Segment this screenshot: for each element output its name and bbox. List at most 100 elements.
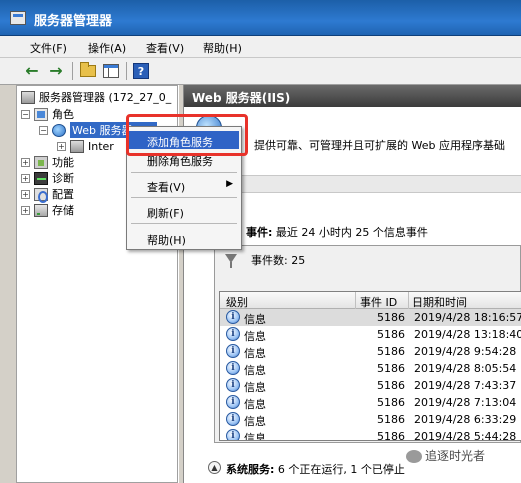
cell-level: 信息 xyxy=(244,398,266,411)
cell-event-id: 5186 xyxy=(377,311,405,324)
menu-action[interactable]: 操作(A) xyxy=(88,40,126,56)
tree-node-label: 角色 xyxy=(52,108,74,121)
help-button[interactable]: ? xyxy=(131,61,151,81)
cell-event-id: 5186 xyxy=(377,328,405,341)
collapse-icon[interactable]: − xyxy=(39,125,48,135)
menu-help[interactable]: 帮助(H) xyxy=(203,40,242,56)
toolbar-separator xyxy=(72,62,73,80)
cell-level: 信息 xyxy=(244,381,266,394)
folder-up-icon xyxy=(80,62,96,77)
menu-separator xyxy=(131,197,237,198)
info-icon: i xyxy=(226,378,240,392)
cell-event-id: 5186 xyxy=(377,362,405,375)
server-icon xyxy=(21,90,35,104)
tree-node-internet-info[interactable]: + Inter xyxy=(57,138,114,154)
cell-datetime: 2019/4/28 13:18:40 xyxy=(414,328,521,341)
info-icon: i xyxy=(226,310,240,324)
cell-event-id: 5186 xyxy=(377,396,405,409)
server-manager-icon xyxy=(10,11,26,25)
menu-item-label: 查看(V) xyxy=(147,181,186,194)
table-row[interactable]: i 信息 5186 2019/4/28 8:05:54 xyxy=(220,360,521,377)
expand-icon[interactable]: + xyxy=(21,205,30,215)
menu-item-refresh[interactable]: 刷新(F) xyxy=(129,202,239,220)
tree-node-diagnostics[interactable]: + 诊断 xyxy=(21,170,74,186)
column-divider[interactable] xyxy=(408,292,409,309)
menu-separator xyxy=(131,172,237,173)
cell-datetime: 2019/4/28 8:05:54 xyxy=(414,362,517,375)
info-icon: i xyxy=(226,412,240,426)
table-row[interactable]: i 信息 5186 2019/4/28 7:43:37 xyxy=(220,377,521,394)
cell-event-id: 5186 xyxy=(377,430,405,441)
cell-level: 信息 xyxy=(244,432,266,441)
tree-node-storage[interactable]: + 存储 xyxy=(21,202,74,218)
tree-node-label: 配置 xyxy=(52,188,74,201)
filter-icon[interactable] xyxy=(225,254,237,268)
iis-manager-icon xyxy=(70,139,84,153)
cell-level: 信息 xyxy=(244,313,266,326)
info-icon: i xyxy=(226,344,240,358)
cell-level: 信息 xyxy=(244,364,266,377)
features-icon xyxy=(34,155,48,169)
watermark: 追逐时光者 xyxy=(406,447,485,464)
cell-event-id: 5186 xyxy=(377,413,405,426)
menu-file[interactable]: 文件(F) xyxy=(30,40,67,56)
up-one-level-button[interactable] xyxy=(78,61,98,81)
tree-node-roles[interactable]: − 角色 xyxy=(21,106,74,122)
collapse-icon[interactable]: − xyxy=(21,109,30,119)
info-icon: i xyxy=(226,361,240,375)
window-title: 服务器管理器 xyxy=(34,14,113,29)
console-tree-icon xyxy=(103,64,119,78)
expand-icon[interactable]: + xyxy=(21,157,30,167)
back-arrow-icon: ← xyxy=(25,61,39,80)
help-icon: ? xyxy=(133,63,149,79)
column-header-datetime[interactable]: 日期和时间 xyxy=(412,294,467,310)
column-header-event-id[interactable]: 事件 ID xyxy=(360,294,397,310)
cell-datetime: 2019/4/28 6:33:29 xyxy=(414,413,517,426)
expand-icon[interactable]: + xyxy=(21,189,30,199)
diagnostics-icon xyxy=(34,171,48,185)
menu-item-help[interactable]: 帮助(H) xyxy=(129,229,239,247)
details-header: Web 服务器(IIS) xyxy=(184,85,521,107)
menu-view[interactable]: 查看(V) xyxy=(146,40,184,56)
roles-icon xyxy=(34,107,48,121)
toolbar: ← → ? xyxy=(0,58,521,85)
toolbar-separator xyxy=(126,62,127,80)
table-row[interactable]: i 信息 5186 2019/4/28 13:18:40 xyxy=(220,326,521,343)
info-icon: i xyxy=(226,395,240,409)
storage-icon xyxy=(34,203,48,217)
submenu-arrow-icon: ▶ xyxy=(226,179,233,189)
title-bar: 服务器管理器 xyxy=(0,0,521,36)
show-hide-tree-button[interactable] xyxy=(101,61,121,81)
tree-node-label: 诊断 xyxy=(52,172,74,185)
table-row[interactable]: i 信息 5186 2019/4/28 9:54:28 xyxy=(220,343,521,360)
forward-button[interactable]: → xyxy=(46,61,66,81)
info-icon: i xyxy=(226,429,240,440)
cell-datetime: 2019/4/28 9:54:28 xyxy=(414,345,517,358)
events-summary: 事件: 最近 24 小时内 25 个信息事件 xyxy=(246,226,428,239)
system-services-summary: 系统服务: 6 个正在运行, 1 个已停止 xyxy=(226,463,405,476)
tree-node-features[interactable]: + 功能 xyxy=(21,154,74,170)
expand-icon[interactable]: + xyxy=(57,141,66,151)
cell-level: 信息 xyxy=(244,347,266,360)
back-button[interactable]: ← xyxy=(22,61,42,81)
tree-node-configuration[interactable]: + 配置 xyxy=(21,186,74,203)
collapse-up-icon[interactable]: ▲ xyxy=(208,461,221,474)
column-header-level[interactable]: 级别 xyxy=(226,294,248,310)
table-row[interactable]: i 信息 5186 2019/4/28 7:13:04 xyxy=(220,394,521,411)
cell-level: 信息 xyxy=(244,330,266,343)
tree-node-label: Inter xyxy=(88,139,114,153)
event-count: 事件数: 25 xyxy=(251,254,306,267)
wechat-icon xyxy=(406,450,422,463)
table-row[interactable]: i 信息 5186 2019/4/28 5:44:28 xyxy=(220,428,521,441)
column-divider[interactable] xyxy=(355,292,356,309)
table-row[interactable]: i 信息 5186 2019/4/28 18:16:57 xyxy=(220,309,521,326)
menu-item-view[interactable]: 查看(V) ▶ xyxy=(129,176,239,194)
menu-separator xyxy=(131,223,237,224)
expand-icon[interactable]: + xyxy=(21,173,30,183)
forward-arrow-icon: → xyxy=(49,61,63,80)
configuration-icon xyxy=(34,187,48,203)
cell-datetime: 2019/4/28 18:16:57 xyxy=(414,311,521,324)
table-row[interactable]: i 信息 5186 2019/4/28 6:33:29 xyxy=(220,411,521,428)
events-table[interactable]: 级别 事件 ID 日期和时间 i 信息 5186 2019/4/28 18:16:57… xyxy=(219,291,521,441)
tree-node-server-manager[interactable]: 服务器管理器 (172_27_0_ xyxy=(21,89,171,105)
